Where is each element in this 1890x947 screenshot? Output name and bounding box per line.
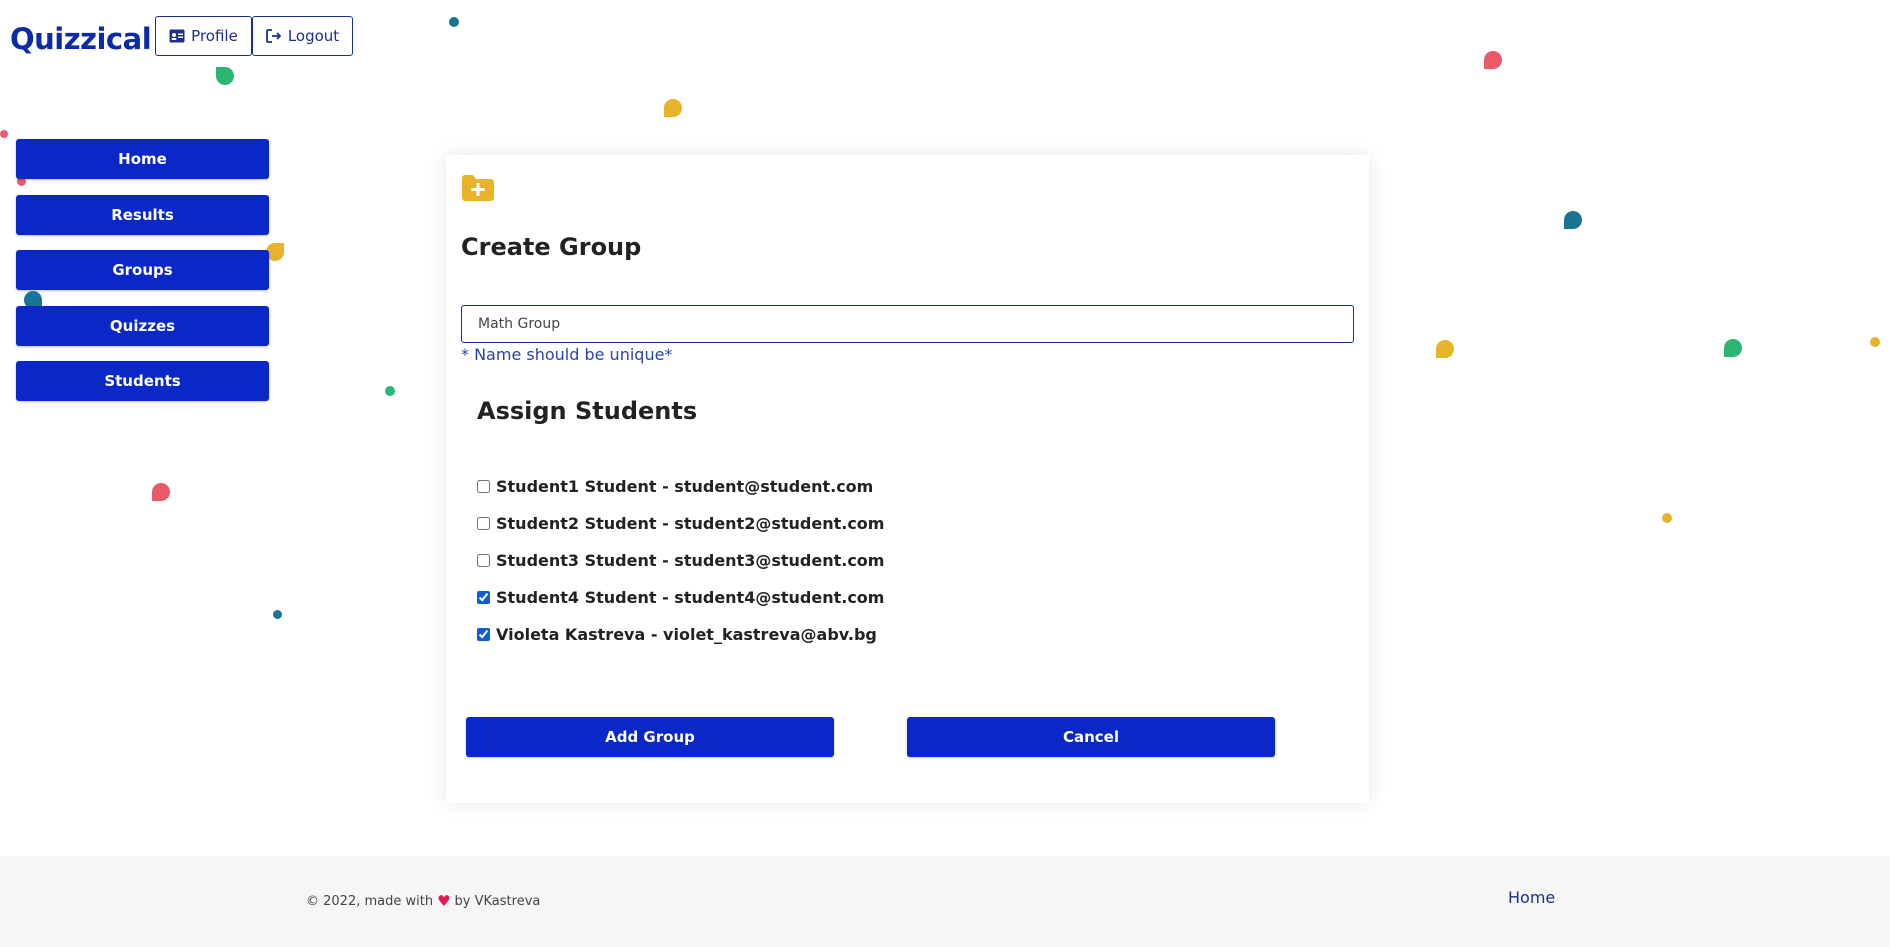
student-label: Violeta Kastreva - violet_kastreva@abv.b… — [496, 624, 877, 644]
profile-button[interactable]: Profile — [155, 16, 252, 56]
sidebar-item-groups[interactable]: Groups — [16, 250, 269, 290]
student-item[interactable]: Student4 Student - student4@student.com — [477, 586, 884, 608]
profile-button-label: Profile — [191, 27, 238, 45]
heart-icon: ♥ — [437, 892, 451, 910]
footer-suffix: by VKastreva — [454, 893, 541, 909]
student-item[interactable]: Student2 Student - student2@student.com — [477, 512, 884, 534]
student-checkbox[interactable] — [477, 516, 490, 530]
footer-prefix: © 2022, made with — [306, 893, 434, 909]
logout-button[interactable]: Logout — [252, 16, 353, 56]
sidebar-item-results[interactable]: Results — [16, 195, 269, 235]
create-group-card: Create Group * Name should be unique* As… — [446, 155, 1369, 803]
brand-logo[interactable]: Quizzical — [10, 22, 152, 56]
sidebar-item-students[interactable]: Students — [16, 361, 269, 401]
student-checkbox[interactable] — [477, 553, 490, 567]
name-hint: * Name should be unique* — [461, 345, 673, 364]
student-item[interactable]: Violeta Kastreva - violet_kastreva@abv.b… — [477, 623, 877, 645]
student-checkbox[interactable] — [477, 627, 490, 641]
sidebar-item-home[interactable]: Home — [16, 139, 269, 179]
page: Quizzical Profile Logout Home Results Gr… — [0, 0, 1890, 947]
logout-button-label: Logout — [287, 27, 340, 45]
page-title: Create Group — [461, 233, 642, 261]
footer-credit: © 2022, made with ♥ by VKastreva — [306, 892, 540, 910]
footer-home-link[interactable]: Home — [1508, 888, 1555, 907]
student-item[interactable]: Student3 Student - student3@student.com — [477, 549, 884, 571]
student-checkbox[interactable] — [477, 590, 490, 604]
id-card-icon — [169, 29, 185, 43]
group-name-input[interactable] — [461, 305, 1354, 343]
folder-plus-icon — [462, 175, 494, 201]
student-label: Student1 Student - student@student.com — [496, 476, 874, 496]
student-checkbox[interactable] — [477, 479, 490, 493]
sign-out-icon — [265, 29, 282, 43]
student-label: Student2 Student - student2@student.com — [496, 513, 885, 533]
footer: © 2022, made with ♥ by VKastreva Home — [0, 856, 1890, 947]
assign-students-title: Assign Students — [477, 397, 698, 425]
add-group-button[interactable]: Add Group — [466, 717, 834, 757]
cancel-button[interactable]: Cancel — [907, 717, 1275, 757]
student-label: Student3 Student - student3@student.com — [496, 550, 885, 570]
sidebar-item-quizzes[interactable]: Quizzes — [16, 306, 269, 346]
student-item[interactable]: Student1 Student - student@student.com — [477, 475, 873, 497]
student-label: Student4 Student - student4@student.com — [496, 587, 885, 607]
